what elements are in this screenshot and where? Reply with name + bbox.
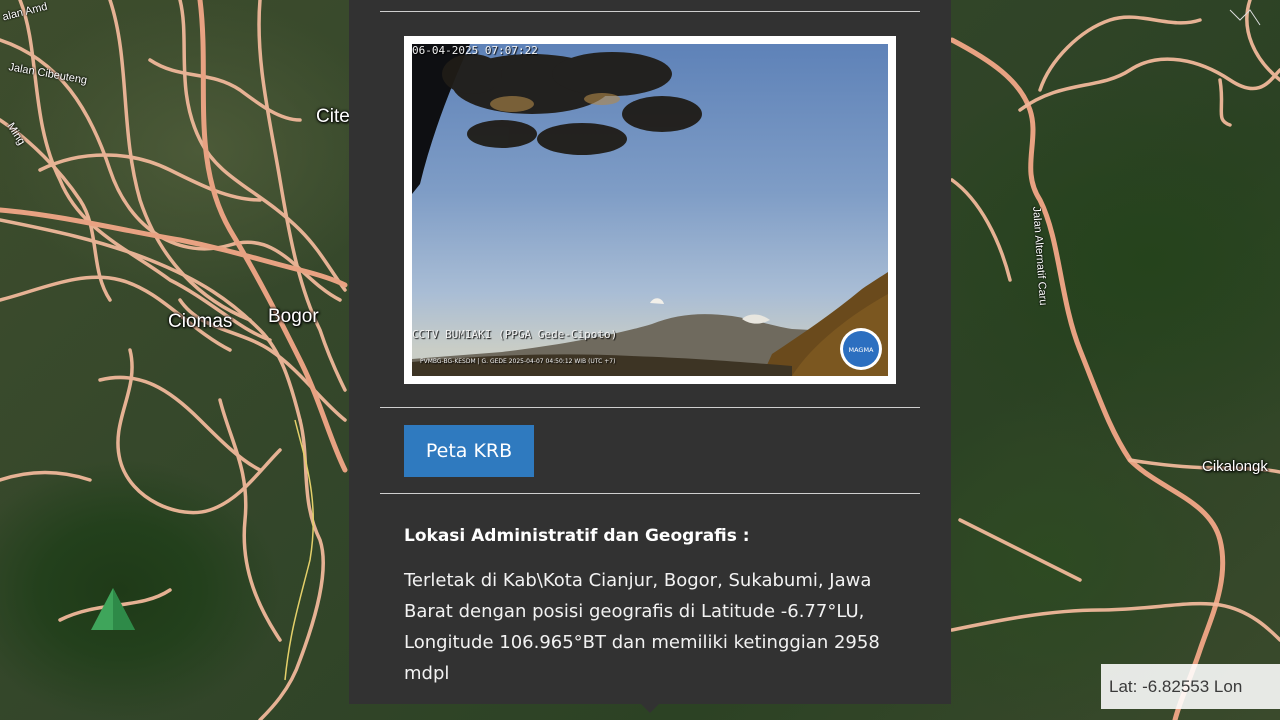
- green-triangle-volcano-icon[interactable]: [90, 586, 140, 632]
- place-label-bogor: Bogor: [268, 306, 319, 327]
- coordinates-readout: Lat: -6.82553 Lon: [1101, 664, 1280, 709]
- place-label-cite: Cite: [316, 106, 350, 127]
- cctv-image-frame[interactable]: MAGMA 06-04-2025 07:07:22 CCTV BUMIAKI (…: [404, 36, 896, 384]
- cctv-timestamp: 06-04-2025 07:07:22: [412, 44, 538, 57]
- popup-pointer: [641, 704, 659, 713]
- cctv-scene: MAGMA: [412, 44, 888, 376]
- place-label-cikalong: Cikalongk: [1202, 458, 1268, 475]
- divider: [380, 493, 920, 494]
- cctv-image[interactable]: MAGMA 06-04-2025 07:07:22 CCTV BUMIAKI (…: [412, 44, 888, 376]
- cctv-caption: CCTV BUMIAKI (PPGA Gede-Cipoto): [412, 328, 618, 341]
- divider: [380, 407, 920, 408]
- volcano-info-popup: MAGMA 06-04-2025 07:07:22 CCTV BUMIAKI (…: [349, 0, 951, 704]
- place-label-ciomas: Ciomas: [168, 311, 233, 332]
- cctv-footer: PVMBG-BG-KESDM | G. GEDE 2025-04-07 04:5…: [420, 358, 616, 365]
- peta-krb-button[interactable]: Peta KRB: [404, 425, 534, 477]
- section-heading: Lokasi Administratif dan Geografis :: [404, 526, 750, 546]
- location-description: Terletak di Kab\Kota Cianjur, Bogor, Suk…: [404, 570, 880, 684]
- divider: [380, 11, 920, 12]
- magma-logo-icon: MAGMA: [848, 346, 874, 354]
